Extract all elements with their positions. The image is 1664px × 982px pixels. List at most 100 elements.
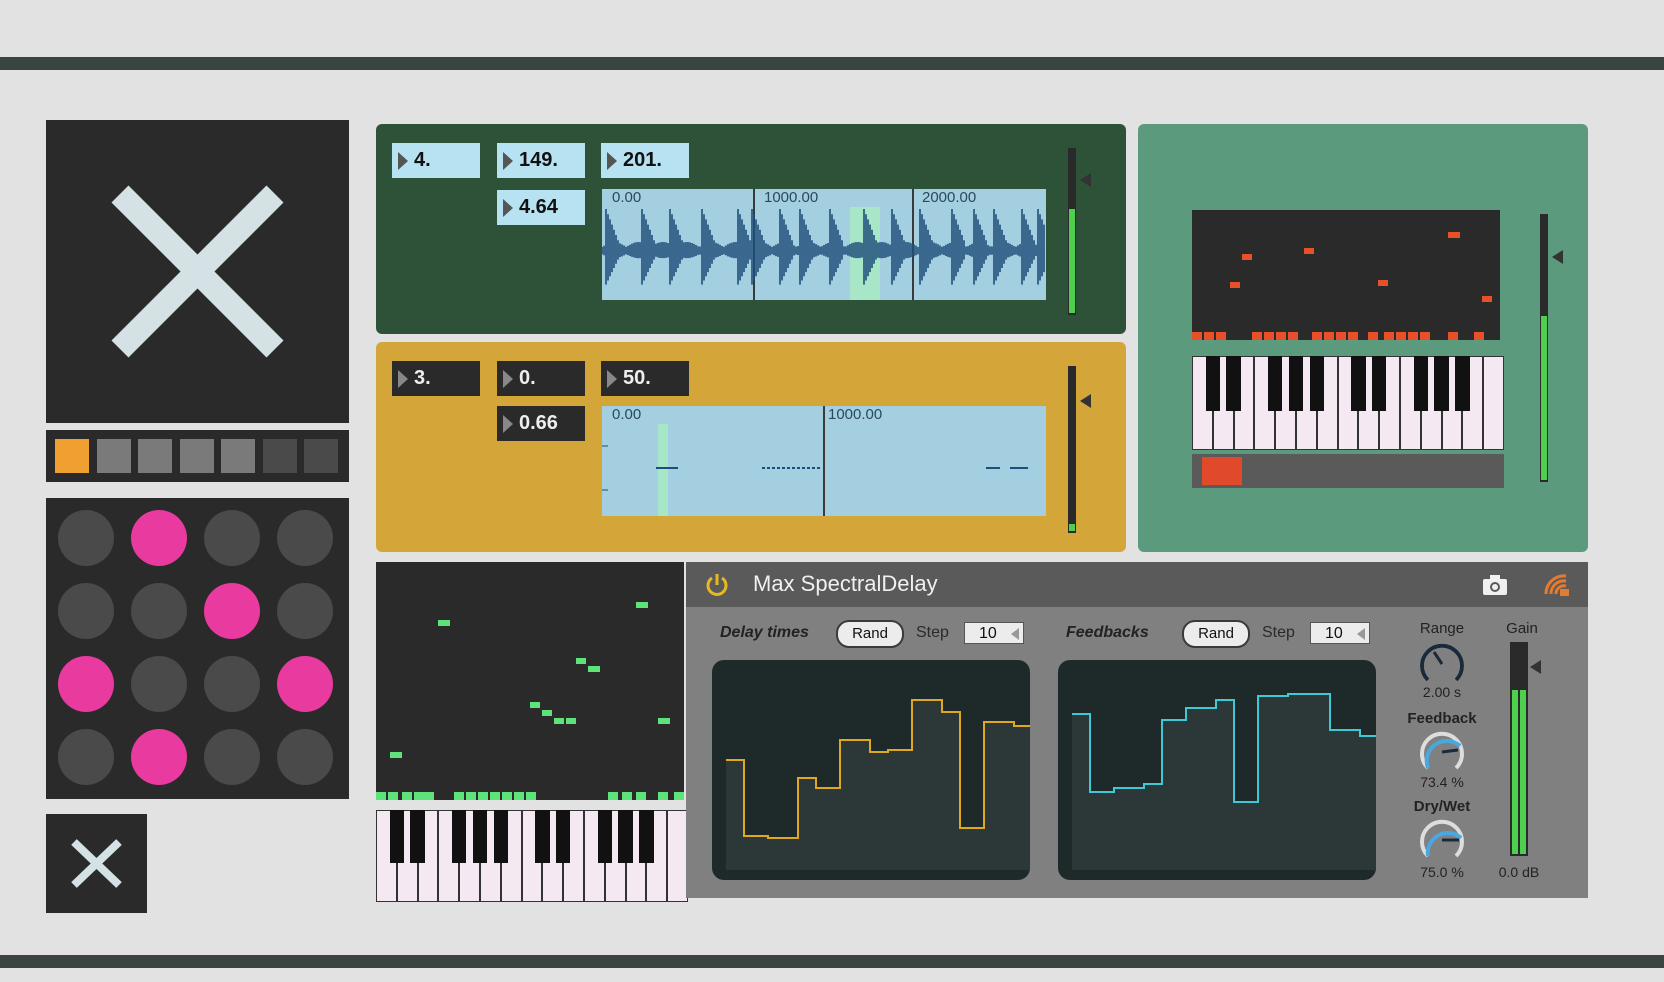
sequencer-step[interactable] (304, 439, 338, 473)
delay-rand-button[interactable]: Rand (836, 620, 904, 648)
ruler-label: 0.00 (612, 189, 642, 206)
piano-black-key[interactable] (1205, 356, 1221, 411)
small-x-button[interactable] (46, 814, 147, 913)
sequencer-step[interactable] (96, 439, 131, 473)
piano-black-key[interactable] (618, 810, 633, 864)
sampler-panel-2: 3. 0. 50. 0.66 0.00 1000.00 (376, 342, 1126, 552)
piano-white-key[interactable] (667, 810, 688, 902)
piano-black-key[interactable] (1413, 356, 1429, 411)
delay-step-field[interactable]: 10 (964, 622, 1024, 644)
level-meter[interactable] (1068, 366, 1091, 533)
range-knob[interactable] (1418, 640, 1466, 688)
grid-pad[interactable] (58, 510, 114, 566)
piano-black-key[interactable] (451, 810, 467, 864)
sequencer-step[interactable] (221, 439, 255, 473)
grid-pad[interactable] (131, 729, 187, 785)
device-logo-icon[interactable] (1542, 572, 1570, 598)
piano-black-key[interactable] (555, 810, 571, 864)
power-icon[interactable] (704, 572, 730, 598)
piano-keyboard[interactable] (1192, 356, 1504, 450)
grid-pad[interactable] (204, 656, 260, 712)
gain-slider-thumb[interactable] (1530, 660, 1541, 674)
waveform-display[interactable]: 0.00 1000.00 2000.00 (602, 189, 1046, 300)
gain-slider-thumb[interactable] (1080, 173, 1091, 187)
waveform (602, 406, 1028, 516)
piano-black-key[interactable] (1288, 356, 1304, 411)
piano-black-key[interactable] (1309, 356, 1325, 411)
grid-pad[interactable] (58, 729, 114, 785)
number-box-c[interactable]: 50. (601, 361, 689, 396)
grid-pad[interactable] (204, 583, 260, 639)
sequencer-step[interactable] (179, 439, 214, 473)
number-box-d[interactable]: 4.64 (497, 190, 585, 225)
gain-meter[interactable] (1510, 642, 1541, 856)
sequencer-step[interactable] (55, 439, 89, 473)
feedback-step-label: Step (1262, 624, 1295, 641)
range-slider-handle[interactable] (1202, 457, 1242, 485)
large-x-button[interactable] (46, 120, 349, 423)
range-slider[interactable] (1192, 454, 1504, 488)
ruler-label: 0.00 (612, 406, 642, 423)
number-box-b[interactable]: 0. (497, 361, 585, 396)
piano-keyboard[interactable] (376, 810, 688, 902)
grid-pad[interactable] (131, 656, 187, 712)
grid-pad[interactable] (277, 583, 333, 639)
number-box-a[interactable]: 3. (392, 361, 480, 396)
number-box-d[interactable]: 0.66 (497, 406, 585, 441)
grid-pad[interactable] (131, 583, 187, 639)
step-sequencer[interactable] (46, 430, 349, 482)
top-rail (0, 57, 1664, 70)
step-value: 10 (979, 625, 997, 642)
sequencer-step[interactable] (262, 439, 297, 473)
grid-pad[interactable] (58, 656, 114, 712)
number-box-b[interactable]: 149. (497, 143, 585, 178)
piano-black-key[interactable] (389, 810, 405, 864)
piano-black-key[interactable] (597, 810, 613, 864)
piano-black-key[interactable] (1455, 356, 1470, 411)
feedback-spectrum (1072, 693, 1376, 870)
delay-times-display[interactable] (712, 660, 1030, 880)
range-label: Range (1419, 620, 1465, 637)
piano-black-key[interactable] (1226, 356, 1241, 411)
feedbacks-display[interactable] (1058, 660, 1376, 880)
grid-pad[interactable] (58, 583, 114, 639)
sequencer-step[interactable] (138, 439, 172, 473)
waveform-display[interactable]: 0.00 1000.00 (602, 406, 1046, 516)
drywet-value: 75.0 % (1420, 864, 1464, 880)
grid-pad[interactable] (204, 510, 260, 566)
piano-roll[interactable] (376, 562, 684, 800)
piano-black-key[interactable] (493, 810, 509, 864)
number-box-a[interactable]: 4. (392, 143, 480, 178)
piano-black-key[interactable] (1371, 356, 1387, 411)
level-meter[interactable] (1068, 148, 1091, 315)
grid-pad[interactable] (277, 510, 333, 566)
feedback-knob[interactable] (1418, 728, 1466, 776)
pad-grid[interactable] (46, 498, 349, 799)
feedback-rand-button[interactable]: Rand (1182, 620, 1250, 648)
grid-pad[interactable] (277, 656, 333, 712)
piano-black-key[interactable] (639, 810, 654, 864)
piano-black-key[interactable] (1267, 356, 1283, 411)
feedback-label: Feedback (1407, 710, 1477, 727)
feedback-step-field[interactable]: 10 (1310, 622, 1370, 644)
device-header: Max SpectralDelay (686, 562, 1588, 607)
grid-pad[interactable] (131, 510, 187, 566)
piano-roll[interactable] (1192, 210, 1500, 340)
close-icon (111, 185, 284, 358)
level-meter[interactable] (1540, 214, 1563, 482)
piano-black-key[interactable] (410, 810, 425, 864)
number-box-c[interactable]: 201. (601, 143, 689, 178)
piano-black-key[interactable] (472, 810, 488, 864)
drywet-knob[interactable] (1418, 816, 1466, 864)
gain-slider-thumb[interactable] (1080, 394, 1091, 408)
gain-meter-left (1512, 690, 1518, 854)
note-display (1192, 232, 1492, 340)
camera-icon[interactable] (1482, 574, 1508, 596)
grid-pad[interactable] (204, 729, 260, 785)
piano-black-key[interactable] (535, 810, 550, 864)
grid-pad[interactable] (277, 729, 333, 785)
piano-black-key[interactable] (1351, 356, 1366, 411)
piano-white-key[interactable] (1483, 356, 1504, 450)
piano-black-key[interactable] (1434, 356, 1449, 411)
gain-slider-thumb[interactable] (1552, 250, 1563, 264)
